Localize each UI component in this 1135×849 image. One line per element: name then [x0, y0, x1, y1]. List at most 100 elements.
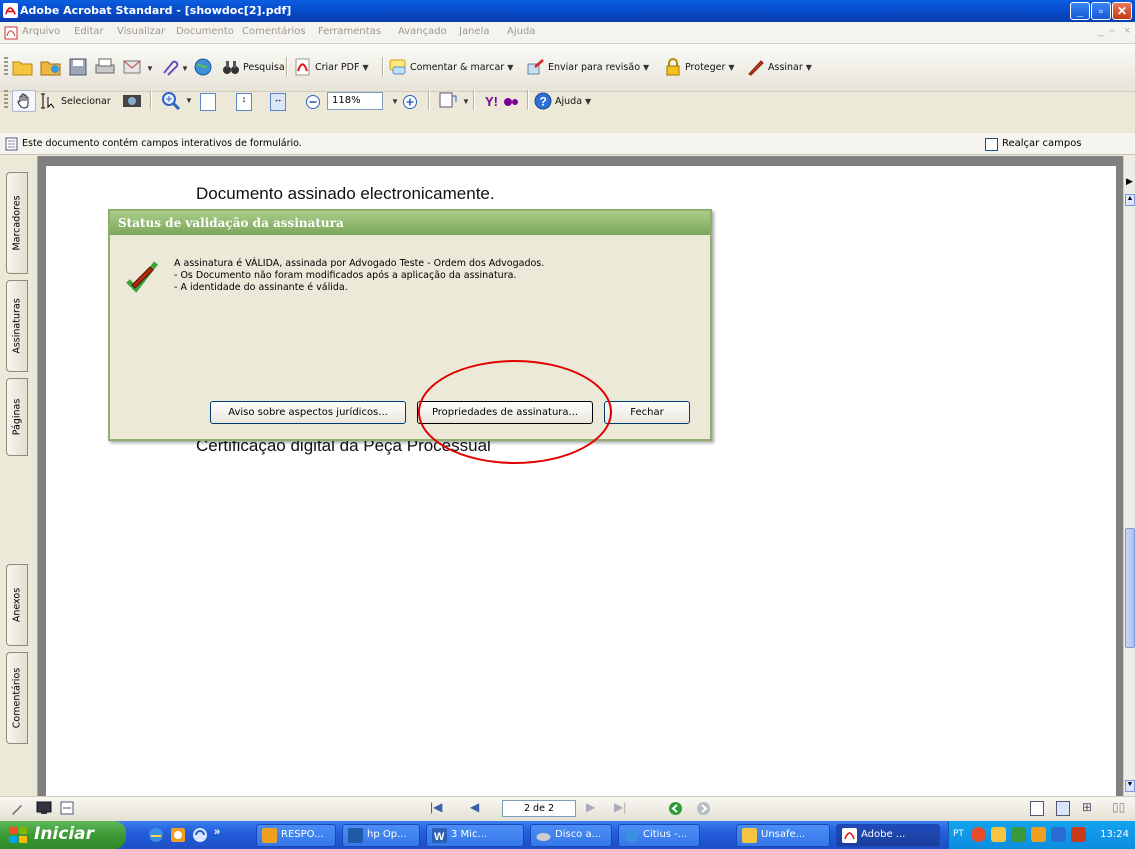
organizer-icon[interactable] — [40, 57, 62, 77]
fit-width-icon[interactable]: ↔ — [270, 93, 286, 111]
search-label: Pesquisa — [243, 61, 285, 73]
edit-icon[interactable] — [10, 802, 24, 816]
menu-comentarios[interactable]: Comentários — [242, 26, 306, 37]
menu-visualizar[interactable]: Visualizar — [117, 26, 165, 37]
tab-marcadores[interactable]: Marcadores — [6, 172, 28, 274]
page-number-input[interactable]: 2 de 2 — [502, 800, 576, 817]
doc-close-icon[interactable]: × — [1124, 25, 1130, 37]
taskbar-item-label: hp Op... — [367, 829, 407, 840]
zoom-dropdown-icon[interactable]: ▼ — [185, 96, 193, 105]
highlight-fields-checkbox[interactable] — [985, 138, 998, 151]
tray-monitor-icon[interactable] — [1051, 827, 1066, 842]
menu-avancado[interactable]: Avançado — [398, 26, 447, 37]
single-page-icon[interactable] — [1030, 801, 1044, 816]
attach-icon[interactable] — [158, 57, 180, 77]
email-icon[interactable] — [122, 57, 144, 77]
create-pdf-button[interactable]: Criar PDF ▼ — [294, 56, 369, 78]
vertical-scrollbar[interactable]: ▶ ▲ ▼ — [1123, 156, 1135, 796]
help-button[interactable]: ? Ajuda ▼ — [534, 90, 591, 112]
first-page-icon[interactable]: |◀ — [430, 800, 442, 814]
previous-page-icon[interactable]: ◀ — [470, 800, 479, 814]
last-page-icon[interactable]: ▶| — [614, 800, 626, 814]
ie-quicklaunch-icon[interactable] — [148, 827, 164, 843]
continuous-facing-icon[interactable]: ▯▯ — [1112, 800, 1125, 814]
scroll-thumb[interactable] — [1125, 528, 1135, 648]
yahoo-icon[interactable]: Y! — [485, 93, 519, 109]
browser-quicklaunch-icon[interactable] — [192, 827, 208, 843]
taskbar-item-citius[interactable]: Citius -... — [618, 824, 700, 847]
zoom-input[interactable]: 118% — [327, 92, 383, 110]
zoom-in-icon[interactable] — [160, 90, 182, 110]
menu-arquivo[interactable]: Arquivo — [22, 26, 60, 37]
close-button[interactable]: ✕ — [1112, 2, 1132, 20]
print-icon[interactable] — [94, 57, 116, 77]
sign-button[interactable]: Assinar ▼ — [747, 56, 812, 78]
taskbar-item-label: Disco a... — [555, 829, 602, 840]
scroll-up-icon[interactable]: ▲ — [1125, 194, 1135, 206]
tab-assinaturas[interactable]: Assinaturas — [6, 280, 28, 372]
menu-ferramentas[interactable]: Ferramentas — [318, 26, 381, 37]
zoom-out-icon[interactable] — [305, 94, 321, 110]
clock-app-icon[interactable] — [170, 827, 186, 843]
back-view-icon[interactable] — [668, 801, 683, 816]
fit-page-icon[interactable]: ↕ — [236, 93, 252, 111]
taskbar-item-word[interactable]: W 3 Mic... — [426, 824, 524, 847]
taskbar-item-hp[interactable]: hp Op... — [342, 824, 420, 847]
scroll-down-icon[interactable]: ▼ — [1125, 780, 1135, 792]
menu-editar[interactable]: Editar — [74, 26, 104, 37]
tray-display-icon[interactable] — [1071, 827, 1086, 842]
tray-clock-app-icon[interactable] — [1031, 827, 1046, 842]
taskbar-item-disco[interactable]: Disco a... — [530, 824, 612, 847]
send-review-button[interactable]: Enviar para revisão ▼ — [527, 56, 649, 78]
rotate-view-icon[interactable] — [437, 90, 459, 110]
menu-documento[interactable]: Documento — [176, 26, 234, 37]
taskbar-item-respo[interactable]: RESPO... — [256, 824, 336, 847]
select-tool-button[interactable]: Selecionar — [40, 90, 111, 112]
snapshot-icon[interactable] — [121, 90, 143, 110]
hand-tool-button[interactable] — [12, 90, 36, 112]
next-page-icon[interactable]: ▶ — [586, 800, 595, 814]
dialog-message: A assinatura é VÁLIDA, assinada por Advo… — [174, 258, 544, 294]
language-indicator[interactable]: PT — [953, 829, 964, 839]
menu-ajuda[interactable]: Ajuda — [507, 26, 535, 37]
tab-comentarios[interactable]: Comentários — [6, 652, 28, 744]
open-icon[interactable] — [12, 57, 34, 77]
menu-janela[interactable]: Janela — [459, 26, 489, 37]
word-icon: W — [432, 828, 447, 843]
quicklaunch-overflow-icon[interactable]: » — [214, 826, 220, 838]
taskbar-item-adobe[interactable]: Adobe ... — [836, 824, 940, 847]
save-icon[interactable] — [68, 57, 88, 77]
taskbar-item-unsafe[interactable]: Unsafe... — [736, 824, 830, 847]
screen-icon[interactable] — [36, 801, 52, 815]
zoom-plus-icon[interactable] — [402, 94, 418, 110]
search-button[interactable]: Pesquisa — [222, 56, 285, 78]
tray-network-icon[interactable] — [1011, 827, 1026, 842]
signature-properties-button[interactable]: Propriedades de assinatura... — [417, 401, 593, 424]
close-dialog-button[interactable]: Fechar — [604, 401, 690, 424]
toolbar-grip[interactable] — [4, 90, 8, 110]
rotate-dropdown-icon[interactable]: ▼ — [462, 97, 470, 106]
email-dropdown-icon[interactable]: ▼ — [146, 64, 154, 73]
doc-restore-icon[interactable]: ▫ — [1110, 25, 1114, 37]
globe-icon[interactable] — [192, 57, 214, 77]
comment-markup-button[interactable]: Comentar & marcar ▼ — [389, 56, 513, 78]
legal-notice-button[interactable]: Aviso sobre aspectos jurídicos... — [210, 401, 406, 424]
facing-pages-icon[interactable]: ⊞ — [1082, 800, 1092, 814]
tab-paginas[interactable]: Páginas — [6, 378, 28, 456]
maximize-button[interactable]: ▫ — [1091, 2, 1111, 20]
toolbar-grip[interactable] — [4, 57, 8, 77]
tray-app-icon[interactable] — [991, 827, 1006, 842]
panel-expand-icon[interactable]: ▶ — [1126, 176, 1133, 187]
start-button[interactable]: Iniciar — [0, 821, 126, 849]
attach-dropdown-icon[interactable]: ▼ — [181, 64, 189, 73]
minimize-button[interactable]: _ — [1070, 2, 1090, 20]
tab-anexos[interactable]: Anexos — [6, 564, 28, 646]
page-view-icon[interactable] — [60, 801, 74, 815]
actual-size-icon[interactable] — [200, 93, 216, 111]
zoom-level-dropdown-icon[interactable]: ▼ — [391, 97, 399, 106]
protect-button[interactable]: Proteger ▼ — [664, 56, 735, 78]
tray-arrow-icon[interactable] — [971, 827, 986, 842]
forward-view-icon[interactable] — [696, 801, 711, 816]
doc-minimize-icon[interactable]: _ — [1098, 25, 1104, 37]
continuous-page-icon[interactable] — [1056, 801, 1070, 816]
